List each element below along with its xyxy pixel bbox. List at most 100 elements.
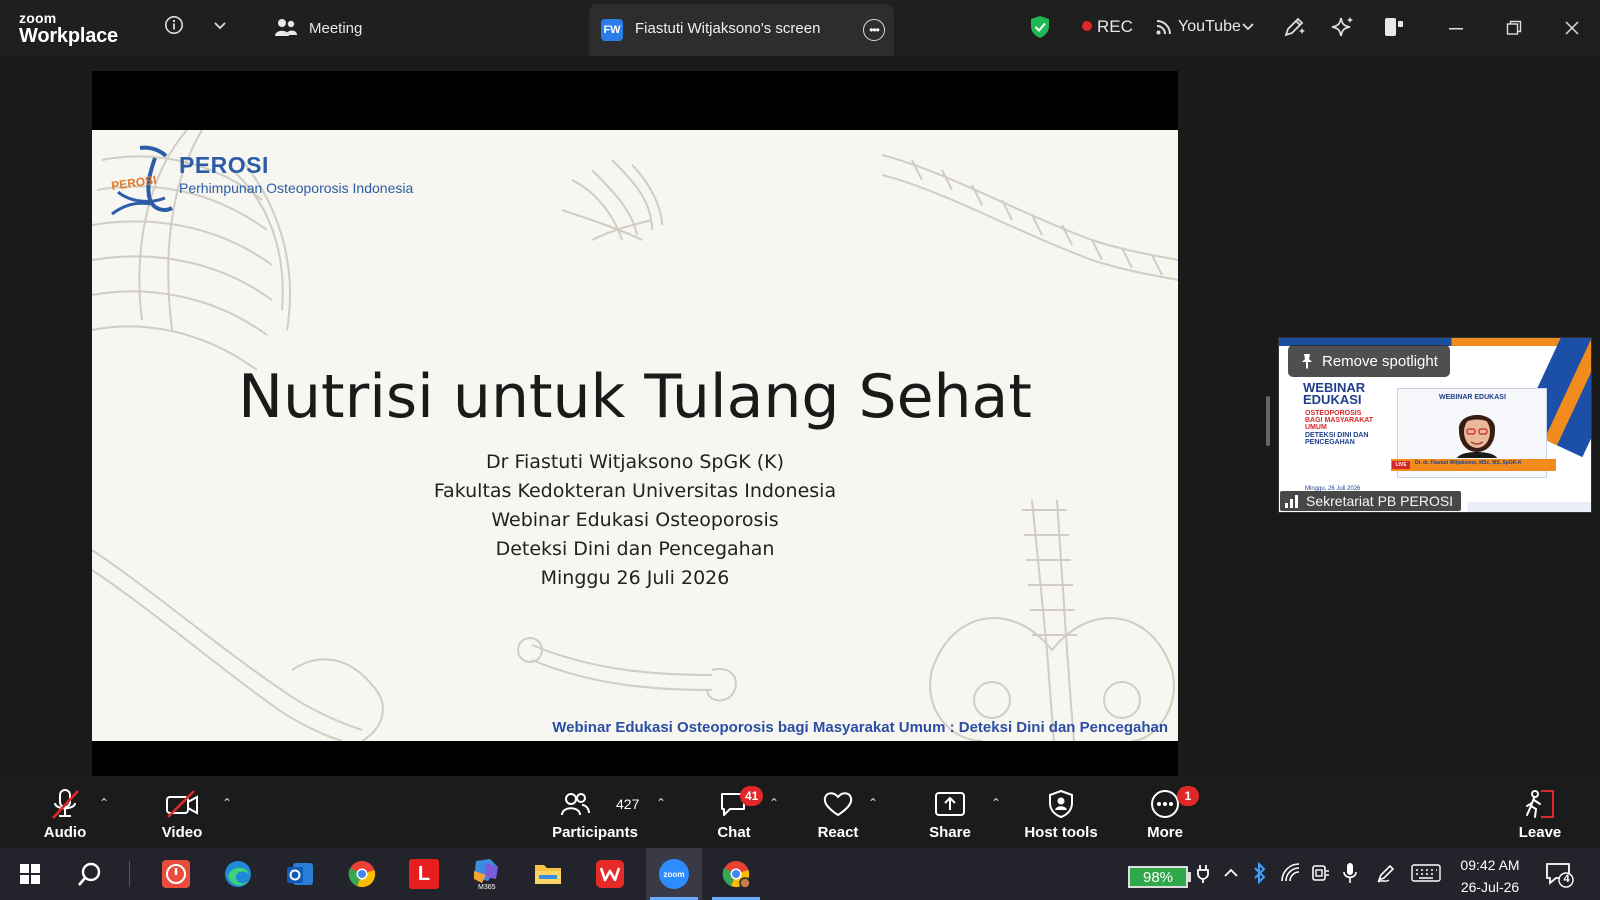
share-screen-icon <box>930 789 970 819</box>
participants-options-caret-icon[interactable]: ⌃ <box>656 796 666 810</box>
bluetooth-icon[interactable] <box>1252 861 1268 889</box>
chevron-down-icon[interactable] <box>210 16 230 36</box>
zoom-app-icon[interactable]: zoom <box>650 856 698 900</box>
audio-label: Audio <box>43 824 87 841</box>
share-button[interactable]: Share <box>924 776 976 848</box>
clock-date: 26-Jul-26 <box>1460 879 1520 895</box>
ai-companion-sparkle-icon[interactable] <box>1330 14 1356 40</box>
video-off-icon <box>162 789 202 819</box>
meeting-label[interactable]: Meeting <box>309 20 362 37</box>
slide-line-topic: Deteksi Dini dan Pencegahan <box>495 538 775 560</box>
chat-label: Chat <box>717 824 751 841</box>
chat-unread-badge: 41 <box>740 786 764 806</box>
view-layout-icon[interactable] <box>1381 14 1407 40</box>
chrome-icon[interactable] <box>344 856 380 892</box>
host-tools-button[interactable]: Host tools <box>1023 776 1099 848</box>
minimize-window-icon[interactable] <box>1444 16 1468 40</box>
encryption-shield-icon[interactable] <box>1028 14 1052 40</box>
slide-title: Nutrisi untuk Tulang Sehat <box>238 362 1032 432</box>
react-label: React <box>817 824 859 841</box>
annotate-pen-icon[interactable] <box>1281 14 1307 40</box>
remove-spotlight-button[interactable]: Remove spotlight <box>1288 345 1450 377</box>
video-options-caret-icon[interactable]: ⌃ <box>222 796 232 810</box>
windows-taskbar: L M365 zoom 4 <box>0 848 1600 900</box>
wifi-icon[interactable] <box>1280 863 1302 888</box>
participant-name: Sekretariat PB PEROSI <box>1306 493 1454 509</box>
rec-label[interactable]: REC <box>1097 17 1133 37</box>
brand-bottom: Workplace <box>19 25 118 47</box>
participants-label: Participants <box>552 824 638 841</box>
thumb-live-tag: LIVE <box>1392 461 1410 469</box>
clock-time: 09:42 AM <box>1460 857 1520 873</box>
logo-subtitle: Perhimpunan Osteoporosis Indonesia <box>179 180 414 196</box>
microsoft-365-icon[interactable]: M365 <box>468 856 504 892</box>
meeting-info-icon[interactable] <box>163 14 185 36</box>
chat-options-caret-icon[interactable]: ⌃ <box>769 796 779 810</box>
clock-app-icon[interactable] <box>158 856 194 892</box>
m365-caption: M365 <box>478 884 496 891</box>
livestream-label[interactable]: YouTube <box>1178 18 1241 36</box>
leave-button[interactable]: Leave <box>1515 776 1565 848</box>
slide-line-faculty: Fakultas Kedokteran Universitas Indonesi… <box>433 480 837 502</box>
presentation-slide: PEROSI PEROSI Perhimpunan Osteoporosis I… <box>92 130 1178 741</box>
device-icon[interactable] <box>1310 862 1330 889</box>
logo-title: PEROSI <box>179 152 269 178</box>
heart-icon <box>818 789 858 819</box>
wps-office-icon[interactable] <box>592 856 628 892</box>
audio-button[interactable]: Audio <box>40 776 90 848</box>
pin-icon <box>1302 354 1312 369</box>
slide-footer: Webinar Edukasi Osteoporosis bagi Masyar… <box>552 719 1168 736</box>
livestream-icon[interactable] <box>1154 17 1174 37</box>
outlook-icon[interactable] <box>282 856 318 892</box>
title-bar: zoom Workplace Meeting FW Fiastuti Witja… <box>0 0 1600 56</box>
leave-exit-icon <box>1520 789 1560 819</box>
share-label: Share <box>929 824 971 841</box>
thumb-webinar-topic: DETEKSI DINI DAN PENCEGAHAN <box>1305 432 1369 446</box>
battery-indicator[interactable]: 98% <box>1128 866 1188 888</box>
share-options-caret-icon[interactable]: ⌃ <box>991 796 1001 810</box>
perosi-logo-icon: PEROSI <box>110 145 173 216</box>
meeting-controls-bar: Audio ⌃ Video ⌃ Participants 427 ⌃ Chat … <box>0 776 1600 848</box>
react-options-caret-icon[interactable]: ⌃ <box>868 796 878 810</box>
windows-start-icon[interactable] <box>12 856 48 892</box>
power-plug-icon[interactable] <box>1196 864 1210 889</box>
leave-label: Leave <box>1518 824 1562 841</box>
panel-resize-handle[interactable] <box>1266 396 1270 446</box>
thumb-speaker-name: Dr. dr. Fiastuti Witjaksono, MSc, MS, Sp… <box>1415 460 1522 466</box>
brand-top: zoom <box>19 10 57 26</box>
screen-share-label: Fiastuti Witjaksono's screen <box>635 20 821 37</box>
keyboard-icon[interactable] <box>1411 864 1441 887</box>
microphone-tray-icon[interactable] <box>1342 862 1358 889</box>
slide-line-webinar: Webinar Edukasi Osteoporosis <box>491 509 779 531</box>
taskbar-clock[interactable]: 09:42 AM 26-Jul-26 <box>1450 854 1530 898</box>
meeting-people-icon[interactable] <box>274 17 298 39</box>
pen-tray-icon[interactable] <box>1375 862 1397 889</box>
host-shield-icon <box>1041 789 1081 819</box>
restore-window-icon[interactable] <box>1502 16 1526 40</box>
participants-count: 427 <box>616 796 640 812</box>
screen-share-tab[interactable]: FW Fiastuti Witjaksono's screen ••• <box>589 4 894 56</box>
signal-strength-icon <box>1285 495 1298 508</box>
speaker-video-feed <box>1457 415 1497 458</box>
close-window-icon[interactable] <box>1560 16 1584 40</box>
slide-line-date: Minggu 26 Juli 2026 <box>540 567 730 589</box>
livestream-chevron-icon[interactable] <box>1240 19 1256 35</box>
edge-browser-icon[interactable] <box>220 856 256 892</box>
thumb-webinar-subtitle: OSTEOPOROSIS BAGI MASYARAKAT UMUM <box>1305 410 1374 431</box>
more-options-icon[interactable]: ••• <box>863 19 885 41</box>
more-label: More <box>1147 824 1183 841</box>
video-button[interactable]: Video <box>157 776 207 848</box>
video-label: Video <box>161 824 203 841</box>
search-icon[interactable] <box>72 856 108 892</box>
participants-button[interactable]: Participants <box>552 776 638 848</box>
battery-tip <box>1188 872 1191 882</box>
l-app-icon[interactable]: L <box>406 856 442 892</box>
react-button[interactable]: React <box>814 776 862 848</box>
tray-overflow-chevron-icon[interactable] <box>1222 864 1240 887</box>
chrome-profile-icon[interactable] <box>712 856 760 900</box>
slide-line-speaker: Dr Fiastuti Witjaksono SpGK (K) <box>486 451 784 473</box>
audio-options-caret-icon[interactable]: ⌃ <box>99 796 109 810</box>
notification-center-icon[interactable]: 4 <box>1544 860 1574 893</box>
sharer-initials-badge: FW <box>601 19 623 41</box>
file-explorer-icon[interactable] <box>530 856 566 892</box>
